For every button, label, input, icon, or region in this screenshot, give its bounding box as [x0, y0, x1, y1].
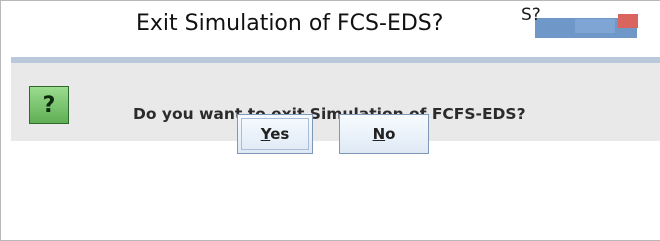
- no-label-rest: o: [385, 125, 396, 143]
- dialog-title: Exit Simulation of FCS-EDS?: [136, 11, 444, 36]
- yes-mnemonic: Y: [260, 125, 271, 143]
- artifact-text: S?: [521, 5, 541, 25]
- title-bar[interactable]: Exit Simulation of FCS-EDS? S?: [1, 1, 660, 57]
- no-button[interactable]: No: [339, 114, 429, 154]
- dialog-content: ? Do you want to exit Simulation of FCFS…: [11, 63, 660, 240]
- yes-label-rest: es: [270, 125, 290, 143]
- no-mnemonic: N: [372, 125, 386, 143]
- close-icon[interactable]: [618, 14, 638, 28]
- no-button-label: No: [373, 125, 396, 143]
- title-bar-artifact: S?: [521, 5, 638, 38]
- dialog-message: Do you want to exit Simulation of FCFS-E…: [133, 105, 526, 123]
- question-icon: ?: [29, 86, 69, 124]
- message-area: ? Do you want to exit Simulation of FCFS…: [11, 63, 660, 141]
- yes-button-label: Yes: [261, 125, 290, 143]
- artifact-blue-bar-2: [575, 19, 615, 33]
- exit-dialog: Exit Simulation of FCS-EDS? S? ? Do you …: [0, 0, 660, 241]
- button-area: [11, 141, 660, 240]
- yes-button[interactable]: Yes: [237, 114, 313, 154]
- question-mark-glyph: ?: [42, 92, 56, 118]
